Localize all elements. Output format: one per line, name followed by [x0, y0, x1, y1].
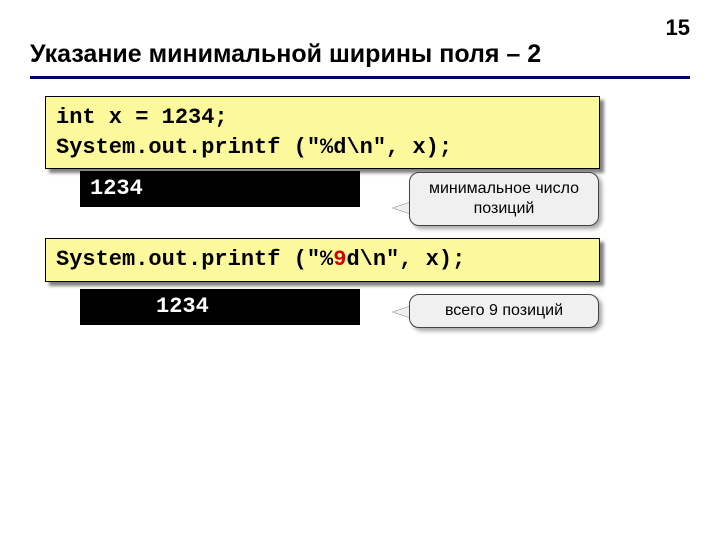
page-number: 15 — [666, 15, 690, 41]
code-block-2: System.out.printf ("%9d\n", x); — [45, 238, 600, 282]
code-block-1: int x = 1234; System.out.printf ("%d\n",… — [45, 96, 600, 169]
code2-pre: System.out.printf ("% — [56, 247, 333, 272]
code2-post: d\n", x); — [346, 247, 465, 272]
slide-title: Указание минимальной ширины поля – 2 — [30, 40, 541, 69]
callout-min-positions: минимальное число позиций — [409, 172, 599, 226]
title-underline — [30, 76, 690, 79]
code-line-2: System.out.printf ("%d\n", x); — [56, 135, 452, 160]
callout-nine-positions: всего 9 позиций — [409, 294, 599, 328]
output-1: 1234 — [80, 171, 360, 207]
code2-width-highlight: 9 — [333, 247, 346, 272]
output-2: 1234 — [80, 289, 360, 325]
code-line-1: int x = 1234; — [56, 105, 228, 130]
